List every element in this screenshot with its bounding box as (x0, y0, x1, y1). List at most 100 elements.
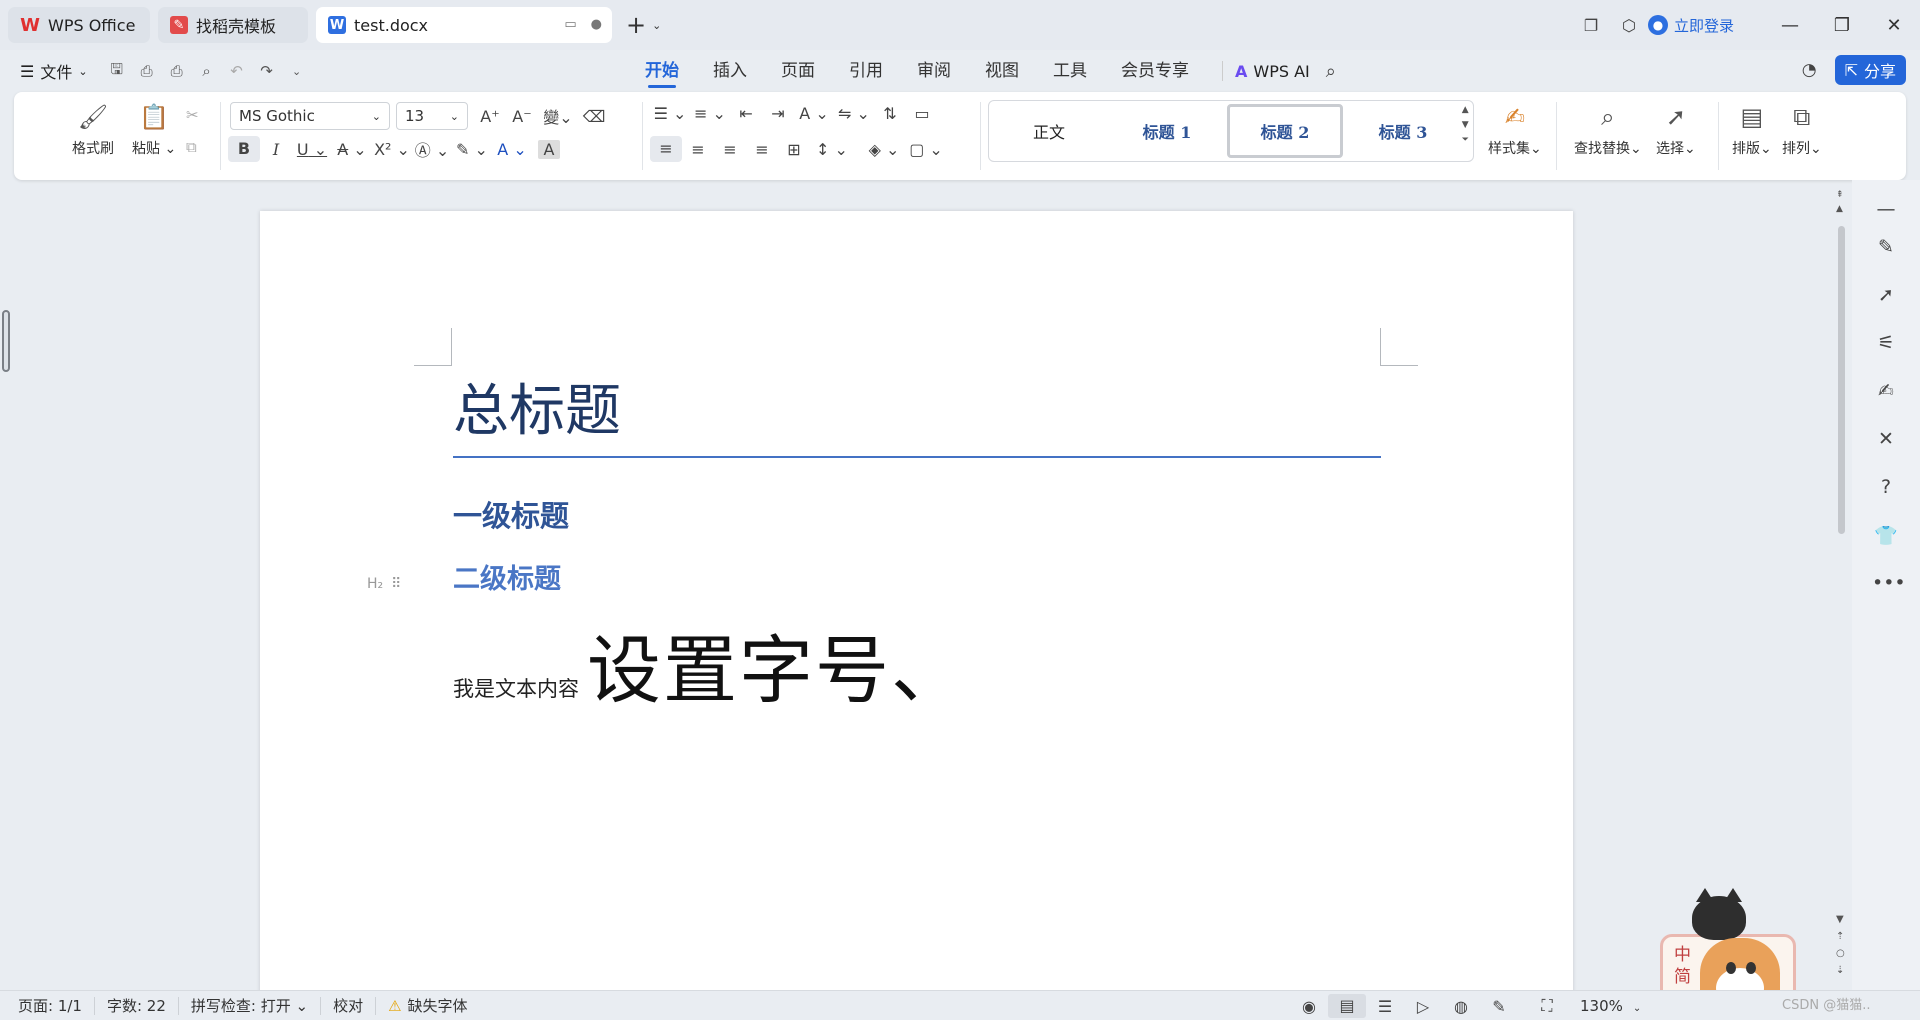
minimize-button[interactable]: — (1764, 15, 1816, 36)
pen-icon[interactable]: ✎ (1480, 997, 1518, 1016)
arrange-button[interactable]: ⧉ 排列⌄ (1782, 100, 1822, 158)
redo-icon[interactable]: ↷ (252, 62, 282, 80)
unsaved-dot-icon[interactable]: ● (591, 17, 602, 32)
style-heading-2[interactable]: 标题 2 (1227, 104, 1343, 158)
style-normal[interactable]: 正文 (991, 104, 1107, 158)
body-text-small[interactable]: 我是文本内容 (453, 673, 579, 703)
print-icon[interactable]: ⎙ (162, 62, 192, 80)
ai-writing-icon[interactable]: ✍ (1872, 380, 1900, 402)
scroll-down-icon[interactable]: ▼ (1836, 914, 1845, 925)
decrease-font-icon[interactable]: A⁻ (506, 107, 538, 126)
shirt-icon[interactable]: 👕 (1872, 524, 1900, 547)
fit-page-icon[interactable]: ⛶ (1528, 996, 1566, 1016)
missing-font-button[interactable]: ⚠ 缺失字体 (376, 997, 479, 1015)
clear-format-icon[interactable]: ⌫ (578, 107, 610, 126)
body-text-large[interactable]: 设置字号、 (587, 611, 967, 718)
next-page-icon[interactable]: ⇣ (1836, 965, 1845, 976)
copy-icon[interactable]: ⧉ (186, 138, 197, 156)
tab-template[interactable]: ✎ 找稻壳模板 (158, 7, 308, 43)
select-button[interactable]: ➚ 选择⌄ (1656, 100, 1696, 158)
sort-icon[interactable]: ⇅ (874, 104, 906, 123)
align-left-icon[interactable]: ≡ (650, 136, 682, 162)
char-shading-button[interactable]: A (538, 139, 560, 159)
new-tab-button[interactable]: + (626, 11, 646, 39)
format-painter-button[interactable]: 🖌 格式刷 (72, 100, 114, 158)
web-view-icon[interactable]: ◍ (1442, 997, 1480, 1016)
play-icon[interactable]: ▷ (1404, 997, 1442, 1016)
maximize-button[interactable]: ❐ (1816, 15, 1868, 36)
undo-icon[interactable]: ↶ (222, 62, 252, 80)
page-indicator[interactable]: 页面: 1/1 (0, 996, 95, 1015)
tab-document[interactable]: W test.docx ▭ ● (316, 7, 612, 43)
increase-font-icon[interactable]: A⁺ (474, 107, 506, 126)
increase-indent-icon[interactable]: ⇥ (762, 104, 794, 123)
text-effect-button[interactable]: Ⓐ ⌄ (412, 137, 452, 161)
paste-button[interactable]: 📋 粘贴 ⌄ (132, 100, 176, 158)
cube-icon[interactable]: ⬡ (1610, 16, 1648, 35)
strikethrough-button[interactable]: A ⌄ (332, 140, 372, 159)
italic-button[interactable]: I (260, 140, 292, 159)
save-icon[interactable]: 🖫 (102, 59, 132, 84)
page-view-icon[interactable]: ▤ (1328, 994, 1366, 1018)
phonetic-guide-icon[interactable]: 變⌄ (538, 104, 578, 128)
pen-icon[interactable]: ✎ (1872, 236, 1900, 258)
menu-page[interactable]: 页面 (764, 50, 832, 92)
cut-icon[interactable]: ✂ (186, 106, 199, 124)
export-pdf-icon[interactable]: ⎙ (132, 62, 162, 80)
search-icon[interactable]: ⌕ (1326, 61, 1336, 82)
spell-check-toggle[interactable]: 拼写检查: 打开 ⌄ (179, 996, 322, 1015)
superscript-button[interactable]: X² ⌄ (372, 140, 412, 159)
justify-icon[interactable]: ≡ (746, 140, 778, 159)
style-set-button[interactable]: ✍ 样式集⌄ (1488, 100, 1542, 158)
word-count[interactable]: 字数: 22 (95, 996, 179, 1015)
login-button[interactable]: ● 立即登录 (1647, 15, 1734, 36)
help-icon[interactable]: ? (1872, 476, 1900, 498)
heading-2-marker[interactable]: H₂ ⠿ (367, 576, 401, 592)
sliders-icon[interactable]: ⚟ (1872, 332, 1900, 354)
highlight-button[interactable]: ✎ ⌄ (452, 140, 492, 159)
asian-layout-icon[interactable]: ⇋ ⌄ (834, 104, 874, 123)
font-color-button[interactable]: A ⌄ (492, 140, 532, 159)
layout-button[interactable]: ▤ 排版⌄ (1732, 100, 1772, 158)
chat-icon[interactable]: ◔ (1802, 60, 1817, 80)
chevron-down-icon[interactable]: ⌄ (282, 65, 312, 78)
font-size-select[interactable]: 13 ⌄ (396, 102, 468, 130)
document-page[interactable]: 总标题 一级标题 H₂ ⠿ 二级标题 我是文本内容 设置字号、 (260, 211, 1573, 1000)
file-menu-button[interactable]: ☰ 文件 ⌄ (20, 59, 88, 83)
menu-home[interactable]: 开始 (628, 50, 696, 92)
style-heading-3[interactable]: 标题 3 (1345, 104, 1461, 158)
doc-heading-2[interactable]: 二级标题 (453, 557, 561, 596)
scroll-top-icon[interactable]: ⇞ (1836, 190, 1844, 200)
text-direction-icon[interactable]: A ⌄ (794, 104, 834, 123)
show-marks-icon[interactable]: ▭ (906, 104, 938, 123)
shading-icon[interactable]: ◈ ⌄ (862, 140, 906, 159)
style-heading-1[interactable]: 标题 1 (1109, 104, 1225, 158)
expand-gallery-icon[interactable]: ⏷ (1462, 135, 1469, 145)
align-right-icon[interactable]: ≡ (714, 140, 746, 159)
doc-title[interactable]: 总标题 (453, 366, 1381, 458)
line-spacing-icon[interactable]: ↕ ⌄ (810, 140, 854, 159)
font-name-select[interactable]: MS Gothic ⌄ (230, 102, 390, 130)
monitor-icon[interactable]: ▭ (564, 17, 576, 32)
browse-object-icon[interactable]: ○ (1836, 948, 1845, 959)
underline-button[interactable]: U ⌄ (292, 140, 332, 159)
collapse-icon[interactable]: — (1872, 198, 1900, 220)
bold-button[interactable]: B (228, 136, 260, 162)
menu-review[interactable]: 审阅 (900, 50, 968, 92)
scroll-up-icon[interactable]: ▲ (1836, 204, 1844, 214)
doc-heading-1[interactable]: 一级标题 (453, 493, 569, 535)
numbered-list-icon[interactable]: ≡ ⌄ (690, 104, 730, 123)
distribute-icon[interactable]: ⊞ (778, 140, 810, 159)
proofread-button[interactable]: 校对 (321, 996, 377, 1015)
bullet-list-icon[interactable]: ☰ ⌄ (650, 104, 690, 123)
drag-handle-icon[interactable]: ⠿ (391, 576, 401, 592)
align-center-icon[interactable]: ≡ (682, 140, 714, 159)
eye-icon[interactable]: ◉ (1290, 997, 1328, 1016)
chevron-up-icon[interactable]: ▲ (1462, 105, 1469, 115)
borders-icon[interactable]: ▢ ⌄ (906, 140, 946, 159)
prev-page-icon[interactable]: ⇡ (1836, 931, 1845, 942)
zoom-select[interactable]: 130% ⌄ (1580, 997, 1641, 1015)
tools-icon[interactable]: ✕ (1872, 428, 1900, 450)
window-restore-icon[interactable]: ❐ (1572, 16, 1610, 35)
menu-membership[interactable]: 会员专享 (1104, 50, 1206, 92)
